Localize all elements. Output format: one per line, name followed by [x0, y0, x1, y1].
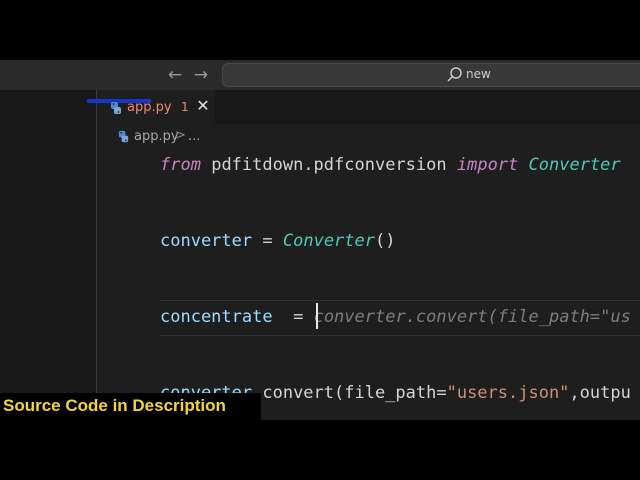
inline-suggestion: converter.convert(file_path="us [313, 307, 631, 327]
activity-bar [0, 90, 96, 420]
editor-window: ← → new app.py 1 ✕ app.py > ... from pdf… [0, 60, 640, 420]
activity-bar-divider [96, 90, 97, 420]
code-tail: ,outpu [569, 383, 631, 403]
caption-text: Source Code in Description [3, 396, 226, 415]
code-line-1[interactable]: from pdfitdown.pdfconversion import Conv… [160, 154, 621, 176]
arrow-left-icon: ← [167, 65, 183, 85]
video-caption: Source Code in Description [0, 393, 261, 420]
variable-concentrate: concentrate [160, 307, 273, 327]
tab-close-button[interactable]: ✕ [194, 96, 212, 116]
tab-filename: app.py [127, 100, 172, 115]
breadcrumb-file[interactable]: app.py [134, 129, 179, 144]
keyword-import: import [456, 155, 519, 175]
text-cursor [316, 303, 318, 329]
operator-assign: = [262, 231, 273, 251]
tab-app-py[interactable]: app.py 1 ✕ [87, 90, 215, 124]
module-name: pdfitdown.pdfconversion [211, 155, 447, 175]
close-icon: ✕ [196, 96, 210, 115]
call-parens: () [375, 231, 396, 251]
forward-button[interactable]: → [190, 64, 212, 86]
back-button[interactable]: ← [164, 64, 186, 86]
variable-converter: converter [160, 231, 253, 251]
method-call: .convert(file_path= [252, 383, 447, 403]
command-center-label: new [466, 67, 491, 81]
command-center-search[interactable]: new [222, 63, 640, 87]
title-bar: ← → new [0, 60, 640, 91]
code-line-3[interactable]: concentrate = converter.convert(file_pat… [160, 306, 631, 328]
python-file-icon [111, 102, 121, 114]
keyword-from: from [160, 155, 201, 175]
chevron-right-icon: > [175, 128, 186, 143]
class-name: Converter [528, 155, 621, 175]
string-literal: "users.json" [446, 383, 570, 403]
class-name: Converter [282, 231, 375, 251]
search-icon [447, 67, 462, 82]
arrow-right-icon: → [193, 65, 209, 85]
python-file-icon [118, 130, 129, 143]
code-line-2[interactable]: converter = Converter() [160, 230, 395, 252]
operator-assign: = [293, 307, 304, 327]
tab-problem-count: 1 [181, 100, 189, 114]
breadcrumb-symbols[interactable]: ... [188, 129, 200, 144]
